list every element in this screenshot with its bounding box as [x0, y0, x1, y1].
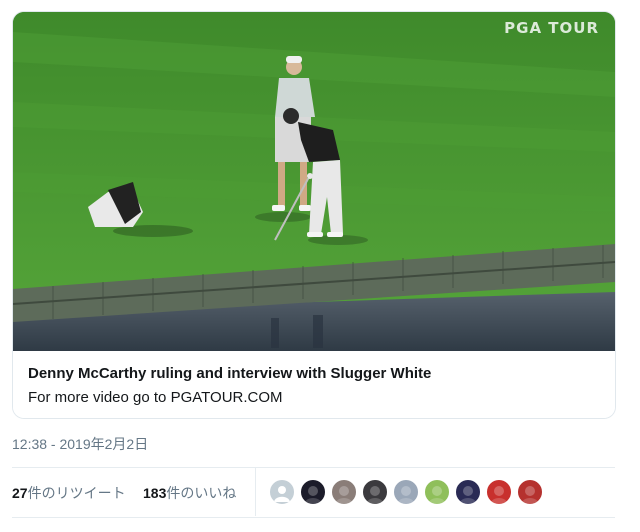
- likes-stat[interactable]: 183件のいいね: [143, 483, 236, 503]
- liker-avatar[interactable]: [362, 479, 388, 505]
- likes-label: 件のいいね: [166, 485, 237, 501]
- card-description[interactable]: For more video go to PGATOUR.COM: [28, 389, 283, 406]
- card-media-video[interactable]: PGA TOUR: [13, 12, 615, 351]
- pga-tour-watermark: PGA TOUR: [504, 19, 599, 37]
- liker-avatar[interactable]: [517, 479, 543, 505]
- tweet-stats: 27件のリツイート 183件のいいね: [12, 468, 615, 516]
- stats-separator: [255, 468, 256, 516]
- liker-avatar[interactable]: [424, 479, 450, 505]
- stats-bottom-divider: [12, 517, 615, 518]
- liker-avatar[interactable]: [455, 479, 481, 505]
- liker-avatar[interactable]: [300, 479, 326, 505]
- golf-scene-image: [13, 12, 615, 351]
- card-title[interactable]: Denny McCarthy ruling and interview with…: [28, 365, 431, 382]
- liker-avatar[interactable]: [393, 479, 419, 505]
- liker-avatar[interactable]: [486, 479, 512, 505]
- retweets-count: 27: [12, 485, 28, 501]
- liker-avatar[interactable]: [331, 479, 357, 505]
- likes-count: 183: [143, 485, 167, 501]
- card-body[interactable]: Denny McCarthy ruling and interview with…: [13, 351, 615, 418]
- retweets-label: 件のリツイート: [27, 485, 126, 501]
- tweet-timestamp[interactable]: 12:38 - 2019年2月2日: [12, 434, 148, 454]
- retweets-stat[interactable]: 27件のリツイート: [12, 483, 126, 503]
- link-card[interactable]: PGA TOUR Denny McCarthy ruling and inter…: [12, 11, 616, 419]
- default-profile-icon[interactable]: [269, 479, 295, 505]
